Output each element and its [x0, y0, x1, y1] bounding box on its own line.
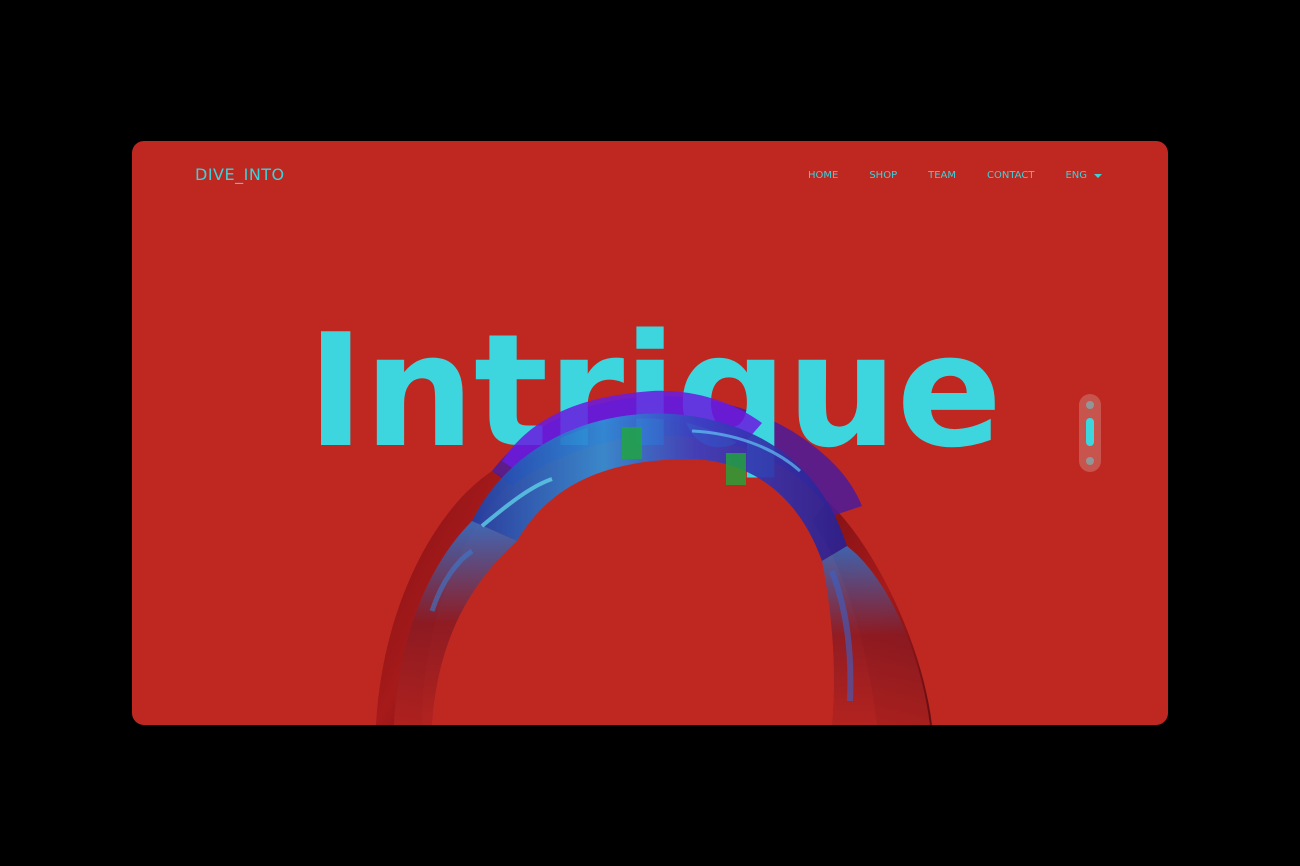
scroll-dot-top [1086, 401, 1094, 409]
scroll-dot-bottom [1086, 457, 1094, 465]
language-label: ENG [1065, 170, 1087, 181]
main-nav: HOME SHOP TEAM CONTACT ENG [808, 170, 1102, 181]
scroll-active-bar [1086, 418, 1094, 446]
chevron-down-icon [1094, 174, 1102, 178]
hero-panel: Intrique DIVE_INTO HOME SHOP TEAM CONTAC… [132, 141, 1168, 725]
brand-logo[interactable]: DIVE_INTO [195, 165, 285, 184]
nav-team[interactable]: TEAM [928, 170, 956, 181]
nav-contact[interactable]: CONTACT [987, 170, 1034, 181]
page: Intrique DIVE_INTO HOME SHOP TEAM CONTAC… [0, 0, 1300, 866]
nav-home[interactable]: HOME [808, 170, 838, 181]
nav-shop[interactable]: SHOP [869, 170, 897, 181]
hero-headline: Intrique [306, 300, 1003, 482]
scroll-indicator-icon[interactable] [1079, 394, 1101, 472]
language-selector[interactable]: ENG [1065, 170, 1102, 181]
